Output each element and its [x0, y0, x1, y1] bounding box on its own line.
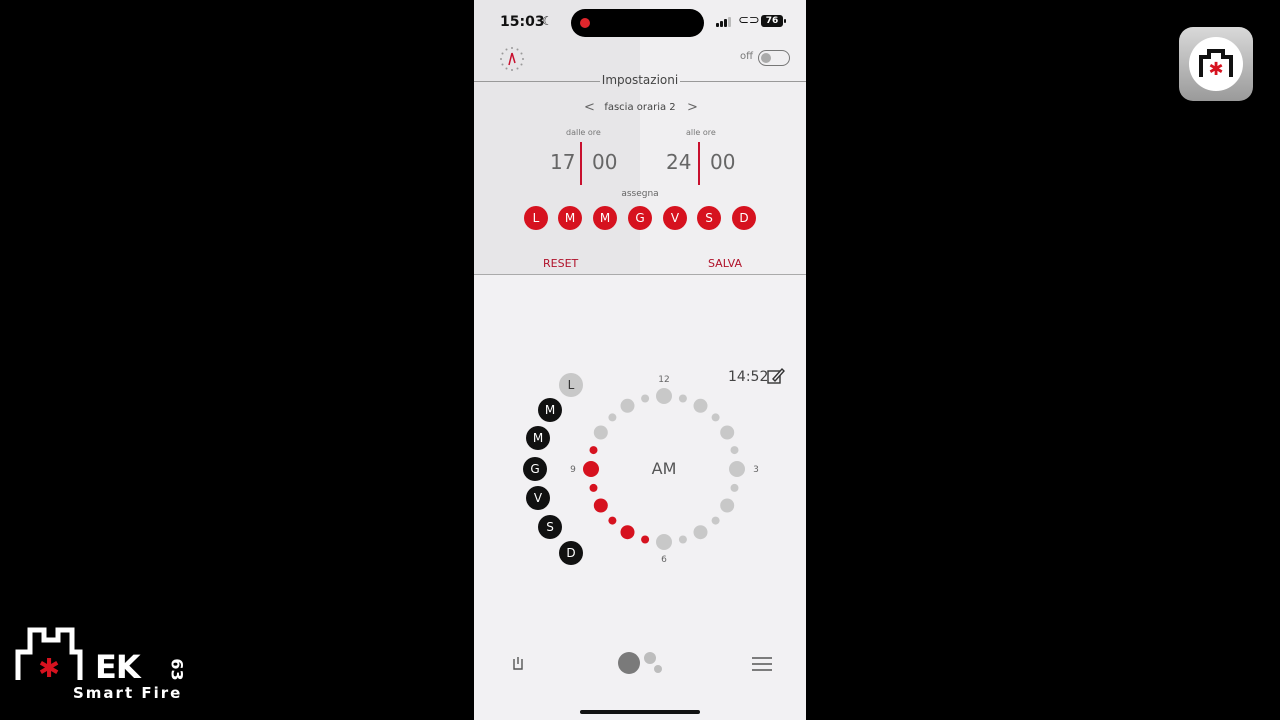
dial-dot[interactable] — [620, 525, 635, 540]
week-day-m-2[interactable]: M — [526, 426, 550, 450]
dial-dot[interactable] — [656, 534, 672, 550]
dial-dot[interactable] — [620, 398, 635, 413]
dial-dot[interactable] — [730, 483, 739, 492]
dial-dot[interactable] — [720, 498, 735, 513]
dial-dot[interactable] — [641, 535, 650, 544]
power-icon[interactable] — [508, 653, 528, 673]
clock-dial[interactable]: 12 3 6 9 AM — [474, 0, 806, 720]
dial-dot[interactable] — [678, 394, 687, 403]
dial-dot[interactable] — [608, 413, 617, 422]
hour-label-9: 9 — [570, 465, 576, 475]
dial-dot[interactable] — [589, 446, 598, 455]
dial-dot[interactable] — [720, 425, 735, 440]
period-label: AM — [652, 459, 677, 478]
dial-dot[interactable] — [693, 525, 708, 540]
brand-name: EK — [95, 648, 141, 686]
week-day-l-0[interactable]: L — [559, 373, 583, 397]
hour-label-12: 12 — [658, 375, 669, 385]
phone-screen: 15:03 ☾ ⊂⊃ 76 off Impostazioni < fascia … — [474, 0, 806, 720]
dial-dot[interactable] — [608, 516, 617, 525]
home-indicator[interactable] — [580, 710, 700, 714]
app-logo-icon: ✱ — [1179, 27, 1253, 101]
dial-dot[interactable] — [593, 425, 608, 440]
week-day-v-4[interactable]: V — [526, 486, 550, 510]
hour-label-6: 6 — [661, 555, 667, 565]
dial-dot[interactable] — [589, 483, 598, 492]
brand-tagline: Smart Fire — [73, 684, 183, 702]
week-day-s-5[interactable]: S — [538, 515, 562, 539]
dial-view-icon[interactable] — [614, 648, 664, 678]
week-day-d-6[interactable]: D — [559, 541, 583, 565]
svg-text:✱: ✱ — [38, 654, 60, 684]
dial-dot[interactable] — [711, 516, 720, 525]
svg-text:✱: ✱ — [1208, 59, 1223, 80]
dial-dot[interactable] — [656, 388, 672, 404]
menu-icon[interactable] — [752, 656, 772, 672]
dial-dot[interactable] — [583, 461, 599, 477]
dial-dot[interactable] — [729, 461, 745, 477]
dial-dot[interactable] — [711, 413, 720, 422]
week-day-g-3[interactable]: G — [523, 457, 547, 481]
dial-dot[interactable] — [693, 398, 708, 413]
dial-dot[interactable] — [593, 498, 608, 513]
hour-label-3: 3 — [753, 465, 759, 475]
dial-dot[interactable] — [641, 394, 650, 403]
dial-dot[interactable] — [730, 446, 739, 455]
dial-dot[interactable] — [678, 535, 687, 544]
brand-model: 63 — [167, 658, 187, 681]
week-day-m-1[interactable]: M — [538, 398, 562, 422]
